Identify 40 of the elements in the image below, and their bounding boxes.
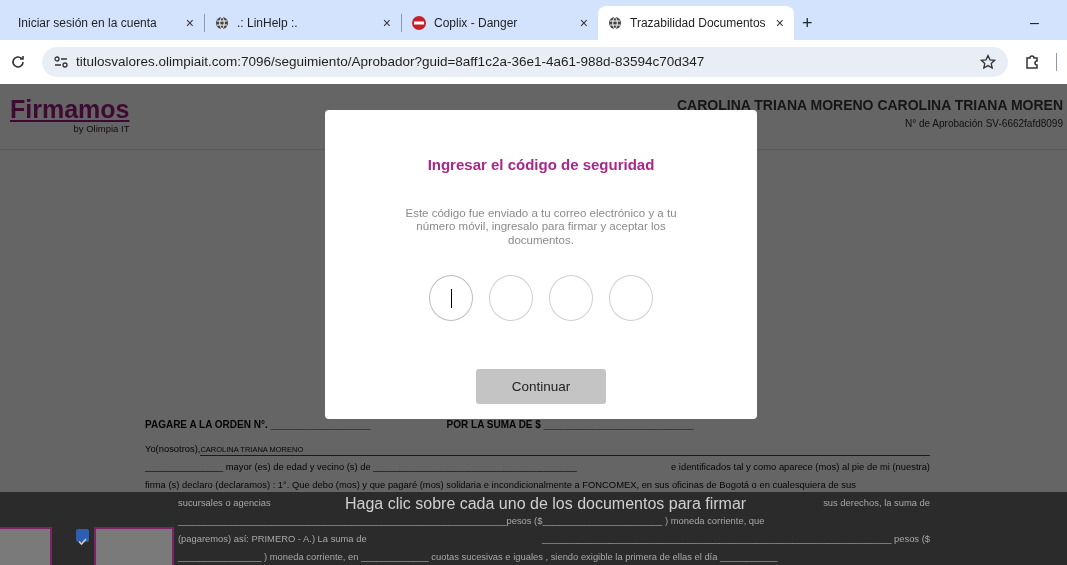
browser-tab[interactable]: Iniciar sesión en la cuenta × bbox=[8, 6, 204, 40]
instruction-text: Haga clic sobre cada uno de los documentos para firmar bbox=[345, 496, 747, 512]
minimize-icon[interactable]: – bbox=[1030, 11, 1039, 35]
logo: Firmamos bbox=[10, 96, 130, 122]
document-text: ___________________________________________________________________ pesos ($ bbox=[542, 531, 930, 546]
document-text: sucursales o agencias bbox=[178, 495, 271, 510]
reload-icon[interactable] bbox=[10, 54, 26, 70]
star-icon[interactable] bbox=[980, 54, 996, 70]
puzzle-icon[interactable] bbox=[1024, 54, 1040, 70]
dialog-message: Este código fue enviado a tu correo electrónico y a tu número móvil, ingresalo para firmar y aceptar los documentos. bbox=[404, 206, 678, 248]
no-entry-icon bbox=[412, 16, 426, 30]
logo-subtitle: by Olimpia IT bbox=[73, 121, 130, 136]
document-heading: PAGARE A LA ORDEN N°. __________________ bbox=[145, 418, 371, 432]
browser-tab[interactable]: Trazabilidad Documentos × bbox=[598, 6, 794, 40]
document-text: ________________ ) moneda corriente, en _____________ cuotas sucesivas e iguales , siendo exigible la primera de ellas el día ___________ bbox=[178, 549, 778, 564]
globe-icon bbox=[215, 16, 229, 30]
text-cursor bbox=[451, 289, 452, 309]
site-settings-icon[interactable] bbox=[54, 56, 68, 68]
document-thumbnail[interactable] bbox=[94, 527, 174, 565]
document-text: Yo(nosotros), bbox=[145, 441, 201, 456]
document-heading: POR LA SUMA DE $ ___________________________ bbox=[446, 418, 694, 432]
globe-icon bbox=[608, 16, 622, 30]
document-text: _______________________________________________________________pesos ($_______________________ ) moneda corriente, que bbox=[178, 513, 765, 528]
new-tab-icon[interactable]: + bbox=[802, 9, 813, 37]
browser-tab[interactable]: .: LinHelp :. × bbox=[205, 6, 401, 40]
browser-tab[interactable]: Coplix - Danger × bbox=[402, 6, 598, 40]
signer-name: CAROLINA TRIANA MORENO CAROLINA TRIANA MOREN bbox=[677, 95, 1063, 115]
document-text: _______________ mayor (es) de edad y vecino (s) de _______________________________________ bbox=[145, 459, 577, 474]
document-text: firma (s) declaro (declaramos) : 1°. Que debo (mos) y que pagaré (mos) solidaria e incondicionalmente a FONCOMEX, en sus oficinas de Bogotá o en cualesquiera de sus bbox=[145, 477, 856, 492]
dialog-title: Ingresar el código de seguridad bbox=[427, 155, 655, 175]
document-text: e identificados tal y como aparece (mos) al pie de mi (nuestra) bbox=[671, 459, 930, 474]
close-icon[interactable]: × bbox=[185, 12, 194, 34]
document-text: sus derechos, la suma de bbox=[823, 495, 930, 510]
close-icon[interactable]: × bbox=[382, 12, 391, 34]
continue-button[interactable]: Continuar bbox=[476, 369, 606, 405]
address-field[interactable]: titulosvalores.olimpiait.com:7096/seguimiento/Aprobador?guid=8aff1c2a-36e1-4a61-988d-83594c70d347 bbox=[42, 47, 1008, 77]
approval-number: N° de Aprobación SV-6662fafd8099 bbox=[905, 116, 1063, 131]
close-icon[interactable]: × bbox=[579, 12, 588, 34]
close-icon[interactable]: × bbox=[775, 12, 784, 34]
document-text: (pagaremos) así: PRIMERO - A.) La suma de bbox=[178, 531, 367, 546]
